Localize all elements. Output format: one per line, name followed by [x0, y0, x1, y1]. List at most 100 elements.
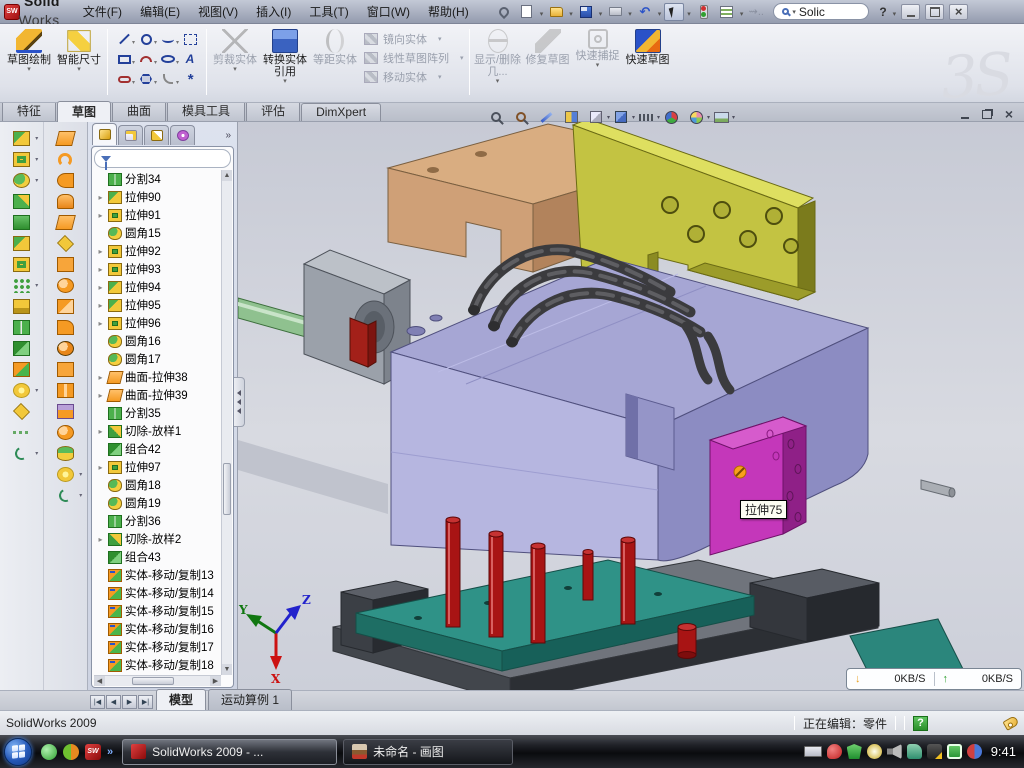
expand-arrow-icon[interactable] — [96, 607, 105, 616]
surface-tool-icon[interactable] — [50, 149, 80, 170]
ribbon-button[interactable]: 等距实体 ▾ — [310, 27, 360, 74]
expand-arrow-icon[interactable] — [96, 625, 105, 634]
tab-first-button[interactable]: |◀ — [90, 695, 105, 709]
undo-icon[interactable]: ↶ — [635, 3, 655, 21]
dimxpertmanager-tab[interactable] — [170, 125, 195, 145]
save-icon[interactable] — [576, 3, 596, 21]
ribbon-button[interactable]: 快速捕捉 ▾ — [573, 27, 623, 70]
surface-tool-icon[interactable] — [50, 422, 80, 443]
expand-arrow-icon[interactable] — [96, 463, 105, 472]
surface-tool-icon[interactable] — [50, 443, 80, 464]
feature-tool-icon[interactable] — [6, 443, 36, 464]
menu-item[interactable]: 窗口(W) — [358, 1, 419, 22]
undo-caret[interactable] — [658, 5, 662, 19]
feature-tree-item[interactable]: 拉伸96 — [94, 314, 221, 332]
menu-item[interactable]: 帮助(H) — [419, 1, 478, 22]
surface-tool-icon[interactable] — [50, 464, 80, 485]
feature-tree-item[interactable]: 分割34 — [94, 170, 221, 188]
help-button[interactable]: ? — [876, 5, 889, 19]
feature-tree-item[interactable]: 切除-放样1 — [94, 422, 221, 440]
feature-tool-icon[interactable] — [6, 170, 36, 191]
feature-tree-item[interactable]: 实体-移动/复制18 — [94, 656, 221, 674]
doc-close-button[interactable] — [1000, 107, 1018, 121]
surface-tool-icon[interactable] — [50, 401, 80, 422]
featuremanager-tab[interactable] — [92, 123, 117, 145]
menu-item[interactable]: 视图(V) — [189, 1, 247, 22]
feature-tree-item[interactable]: 分割36 — [94, 512, 221, 530]
expand-arrow-icon[interactable] — [96, 409, 105, 418]
surface-tool-icon[interactable] — [50, 212, 80, 233]
propertymanager-tab[interactable] — [118, 125, 143, 145]
tray-icon[interactable] — [827, 744, 842, 759]
ribbon-button[interactable]: 快速草图 ▾ — [623, 27, 673, 74]
new-file-caret[interactable] — [540, 5, 544, 19]
expand-arrow-icon[interactable] — [96, 283, 105, 292]
dropdown-caret[interactable]: ▾ — [438, 35, 442, 43]
annotation-icon[interactable]: ⇝.. — [746, 3, 766, 21]
ribbon-button[interactable]: 剪裁实体 ▾ — [210, 27, 260, 74]
command-tab[interactable]: 草图 — [57, 101, 111, 122]
feature-tree-item[interactable]: 圆角16 — [94, 332, 221, 350]
doc-restore-button[interactable] — [978, 107, 996, 121]
expand-arrow-icon[interactable] — [96, 589, 105, 598]
display-style-icon[interactable] — [586, 107, 606, 127]
hide-show-items-icon[interactable] — [636, 107, 656, 127]
tag-icon[interactable] — [1002, 715, 1019, 731]
feature-tree-item[interactable]: 圆角15 — [94, 224, 221, 242]
print-caret[interactable] — [628, 5, 632, 19]
surface-tool-icon[interactable] — [50, 233, 80, 254]
tray-icon[interactable] — [907, 744, 922, 759]
feature-tree-item[interactable]: 圆角17 — [94, 350, 221, 368]
section-view-icon[interactable] — [561, 107, 581, 127]
appearance-icon[interactable] — [661, 107, 681, 127]
select-caret[interactable] — [687, 5, 691, 19]
zoom-area-icon[interactable] — [511, 107, 531, 127]
menu-item[interactable]: 工具(T) — [300, 1, 357, 22]
expand-arrow-icon[interactable] — [96, 499, 105, 508]
sketch-fillet-tool[interactable] — [157, 69, 179, 89]
search-box[interactable]: ▾ Solic — [773, 3, 869, 20]
feature-tool-icon[interactable] — [6, 422, 36, 443]
zoom-selection-icon[interactable] — [536, 107, 556, 127]
surface-tool-icon[interactable] — [50, 191, 80, 212]
feature-tool-icon[interactable] — [6, 380, 36, 401]
search-caret[interactable]: ▾ — [792, 8, 796, 16]
quick-tips-icon[interactable]: ? — [913, 716, 928, 731]
expand-arrow-icon[interactable] — [96, 229, 105, 238]
app-quicklaunch-icon[interactable] — [63, 744, 79, 760]
expand-arrow-icon[interactable] — [96, 373, 105, 382]
point-tool[interactable] — [179, 69, 201, 89]
ellipse-tool[interactable] — [157, 49, 179, 69]
feature-tree-item[interactable]: 拉伸93 — [94, 260, 221, 278]
dropdown-caret[interactable]: ▾ — [77, 66, 81, 74]
help-caret[interactable] — [893, 5, 897, 19]
surface-tool-icon[interactable] — [50, 128, 80, 149]
feature-tool-icon[interactable] — [6, 128, 36, 149]
command-tab[interactable]: 评估 — [246, 100, 300, 121]
search-input[interactable]: Solic — [799, 5, 825, 19]
feature-tree-item[interactable]: 组合42 — [94, 440, 221, 458]
surface-tool-icon[interactable] — [50, 317, 80, 338]
line-tool[interactable] — [113, 29, 135, 49]
expand-arrow-icon[interactable] — [96, 337, 105, 346]
feature-tool-icon[interactable] — [6, 212, 36, 233]
feature-tool-icon[interactable] — [6, 317, 36, 338]
command-tab[interactable]: 曲面 — [112, 100, 166, 121]
feature-tree-item[interactable]: 圆角18 — [94, 476, 221, 494]
polygon-tool[interactable] — [135, 69, 157, 89]
feature-tree-item[interactable]: 拉伸90 — [94, 188, 221, 206]
feature-tree-item[interactable]: 拉伸97 — [94, 458, 221, 476]
expand-arrow-icon[interactable] — [96, 427, 105, 436]
options-caret[interactable] — [740, 5, 744, 19]
dropdown-caret[interactable]: ▾ — [283, 78, 287, 86]
scroll-left-icon[interactable]: ◀ — [94, 676, 105, 686]
model-tab[interactable]: 模型 — [156, 689, 206, 710]
tray-icon[interactable] — [967, 744, 982, 759]
dropdown-caret[interactable]: ▾ — [233, 66, 237, 74]
feature-tree-item[interactable]: 拉伸95 — [94, 296, 221, 314]
expand-arrow-icon[interactable] — [96, 553, 105, 562]
tree-vertical-scrollbar[interactable]: ▲ ▼ — [221, 170, 232, 675]
feature-tree-item[interactable]: 拉伸94 — [94, 278, 221, 296]
expand-arrow-icon[interactable] — [96, 391, 105, 400]
expand-arrow-icon[interactable] — [96, 445, 105, 454]
